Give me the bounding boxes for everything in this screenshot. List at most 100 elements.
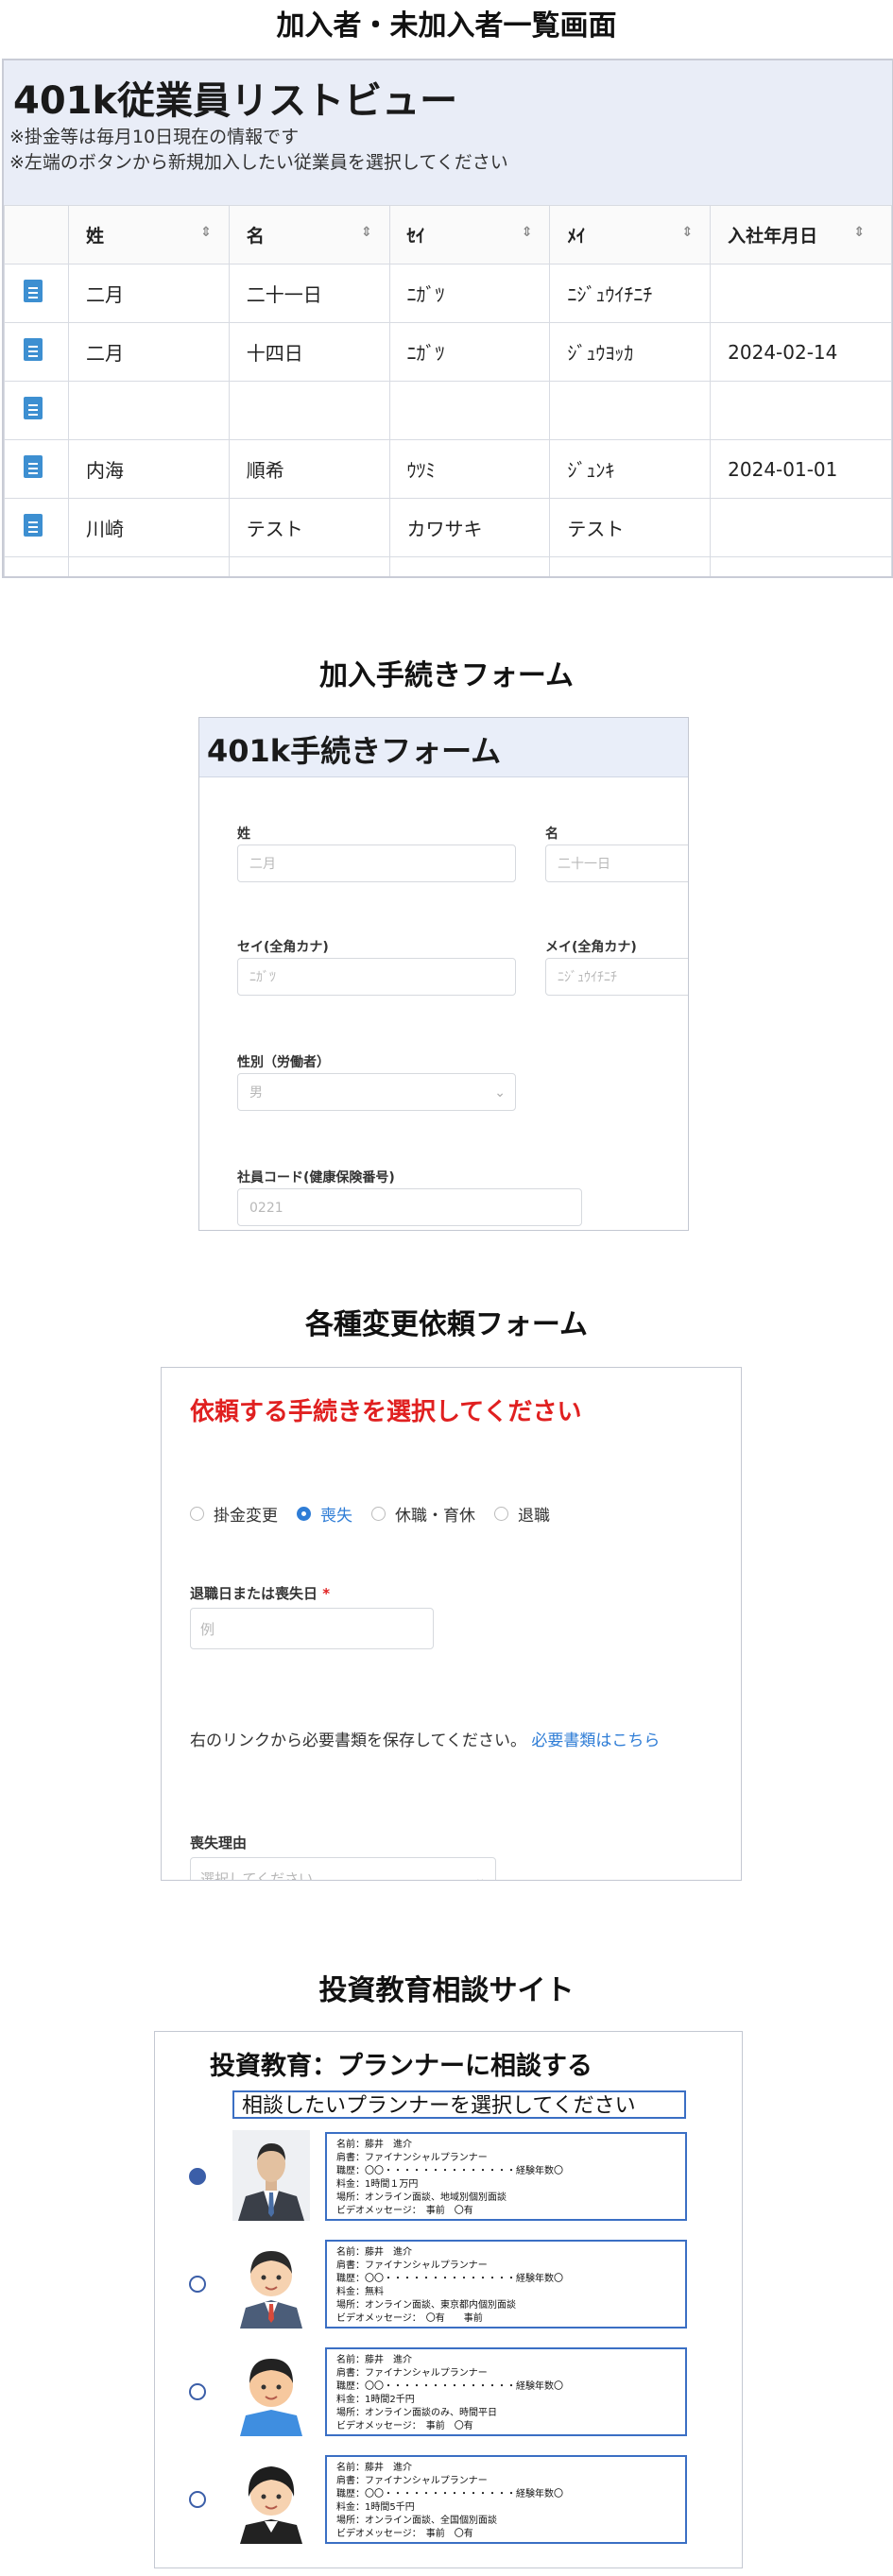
list-title: 401k従業員リストビュー	[13, 79, 458, 123]
column-header-label: 名	[246, 226, 265, 247]
column-header-last-name[interactable]: 姓 ⇕	[67, 205, 230, 264]
retire-date-field[interactable]: 例	[190, 1608, 434, 1649]
radio-circle[interactable]	[371, 1507, 386, 1521]
table-row	[4, 381, 892, 440]
column-header-label: 入社年月日	[728, 226, 818, 247]
document-icon[interactable]	[24, 514, 43, 537]
planner-card-1[interactable]: 名前：藤井 進介 肩書：ファイナンシャルプランナー 職歴：〇〇・・・・・・・・・…	[325, 2132, 687, 2221]
planner-info-line: 場所：オンライン面談、全国個別面談	[336, 2516, 497, 2526]
planner-card-3[interactable]: 名前：藤井 進介 肩書：ファイナンシャルプランナー 職歴：〇〇・・・・・・・・・…	[325, 2347, 687, 2436]
sort-icon[interactable]: ⇕	[200, 225, 212, 240]
planner-info-line: 名前：藤井 進介	[336, 2355, 412, 2365]
cell-hire-date	[710, 264, 892, 323]
planner-avatar-4	[232, 2453, 310, 2544]
retire-date-label-text: 退職日または喪失日	[190, 1585, 318, 1602]
person-illustration-icon	[232, 2346, 310, 2436]
chevron-down-icon: ⌄	[474, 1871, 486, 1881]
procedure-radio-group: 掛金変更 喪失 休職・育休 退職	[190, 1502, 569, 1526]
first-name-label: 名	[545, 827, 558, 842]
select-cell[interactable]	[4, 264, 69, 323]
section-title-consult: 投資教育相談サイト	[318, 1974, 575, 2007]
last-name-field[interactable]: 二月	[237, 844, 516, 882]
cell-last-kana: ｳﾂﾐ	[388, 439, 551, 499]
radio-circle[interactable]	[494, 1507, 508, 1521]
document-icon[interactable]	[24, 280, 43, 302]
radio-label: 喪失	[320, 1507, 352, 1526]
planner-radio-1[interactable]	[189, 2168, 206, 2185]
planner-card-4[interactable]: 名前：藤井 進介 肩書：ファイナンシャルプランナー 職歴：〇〇・・・・・・・・・…	[325, 2455, 687, 2544]
radio-label: 掛金変更	[214, 1507, 278, 1526]
document-icon[interactable]	[24, 338, 43, 361]
cell-first-kana: ｼﾞｭｳﾖｯｶ	[549, 322, 712, 382]
loss-reason-select[interactable]: 選択してください ⌄	[190, 1857, 496, 1881]
last-name-label: 姓	[237, 827, 250, 842]
planner-info-line: 職歴：〇〇・・・・・・・・・・・・・・経験年数〇	[336, 2166, 563, 2176]
select-cell[interactable]	[4, 381, 69, 440]
planner-info-line: 肩書：ファイナンシャルプランナー	[336, 2476, 488, 2486]
document-icon[interactable]	[24, 455, 43, 478]
select-cell[interactable]	[4, 498, 69, 557]
column-header-first-kana[interactable]: ﾒｲ ⇕	[549, 205, 712, 264]
planner-card-2[interactable]: 名前：藤井 進介 肩書：ファイナンシャルプランナー 職歴：〇〇・・・・・・・・・…	[325, 2240, 687, 2329]
planner-info-line: 料金：1時間2千円	[336, 2395, 415, 2405]
enroll-form-panel: 401k手続きフォーム 姓 二月 名 二十一日 セイ(全角カナ) ﾆｶﾞﾂ メイ…	[198, 717, 689, 1231]
column-header-first-name[interactable]: 名 ⇕	[228, 205, 390, 264]
required-mark: *	[322, 1585, 331, 1602]
consult-site-panel: 投資教育：プランナーに相談する 相談したいプランナーを選択してください 名前：藤…	[154, 2031, 743, 2568]
select-cell[interactable]	[4, 439, 69, 499]
radio-label: 退職	[518, 1507, 550, 1526]
select-cell[interactable]	[4, 322, 69, 382]
cell-hire-date	[710, 498, 892, 557]
cell-first-kana	[549, 381, 712, 440]
planner-avatar-2	[232, 2238, 310, 2329]
cell-first-name	[228, 381, 390, 440]
sort-icon[interactable]: ⇕	[681, 225, 693, 240]
first-kana-label: メイ(全角カナ)	[545, 940, 637, 955]
document-icon[interactable]	[24, 397, 43, 419]
radio-option-leave[interactable]: 休職・育休	[371, 1502, 475, 1526]
column-header-last-kana[interactable]: ｾｲ ⇕	[388, 205, 551, 264]
planner-avatar-1	[232, 2130, 310, 2221]
planner-info-line: 名前：藤井 進介	[336, 2247, 412, 2258]
radio-option-loss[interactable]: 喪失	[297, 1502, 352, 1526]
first-name-field[interactable]: 二十一日	[545, 844, 688, 882]
column-header-hire-date[interactable]: 入社年月日 ⇕	[710, 205, 892, 264]
table-row	[4, 556, 892, 576]
cell-first-kana: ﾆｼﾞｭｳｲﾁﾆﾁ	[549, 264, 712, 323]
planner-info-line: 料金：1時間5千円	[336, 2502, 415, 2513]
cell-empty	[549, 556, 712, 576]
sort-icon[interactable]: ⇕	[522, 225, 533, 240]
column-header-label: 姓	[85, 226, 104, 247]
column-header-select	[4, 205, 69, 264]
table-row: 内海 順希 ｳﾂﾐ ｼﾞｭﾝｷ 2024-01-01	[4, 439, 892, 499]
sort-icon[interactable]: ⇕	[853, 225, 865, 240]
planner-info-line: 肩書：ファイナンシャルプランナー	[336, 2260, 488, 2271]
cell-empty	[228, 556, 390, 576]
section-title-change: 各種変更依頼フォーム	[304, 1308, 589, 1341]
required-documents-link[interactable]: 必要書類はこちら	[531, 1732, 660, 1750]
radio-option-retire[interactable]: 退職	[494, 1502, 550, 1526]
gender-select[interactable]: 男 ⌄	[237, 1073, 516, 1111]
employee-list-panel: 401k従業員リストビュー ※掛金等は毎月10日現在の情報です ※左端のボタンか…	[2, 59, 893, 578]
employee-code-field[interactable]: 0221	[237, 1188, 582, 1226]
radio-circle[interactable]	[297, 1507, 311, 1521]
change-form-title: 依頼する手続きを選択してください	[190, 1398, 582, 1426]
radio-option-contribution-change[interactable]: 掛金変更	[190, 1502, 278, 1526]
sort-icon[interactable]: ⇕	[361, 225, 372, 240]
first-kana-field[interactable]: ﾆｼﾞｭｳｲﾁﾆﾁ	[545, 958, 688, 996]
last-kana-label: セイ(全角カナ)	[237, 940, 329, 955]
last-kana-field[interactable]: ﾆｶﾞﾂ	[237, 958, 516, 996]
section-title-list: 加入者・未加入者一覧画面	[276, 9, 617, 43]
planner-avatar-3	[232, 2346, 310, 2436]
planner-radio-2[interactable]	[189, 2276, 206, 2293]
cell-last-name: 川崎	[67, 498, 230, 557]
radio-circle[interactable]	[190, 1507, 204, 1521]
cell-last-kana: カワサキ	[388, 498, 551, 557]
cell-first-name: テスト	[228, 498, 390, 557]
gender-select-value: 男	[249, 1085, 263, 1100]
employee-table: 姓 ⇕ 名 ⇕ ｾｲ ⇕ ﾒｲ ⇕ 入社年月日 ⇕ 二月 二十一日 ﾆｶﾞﾂ ﾆｼﾞｭｳｲ…	[4, 205, 892, 576]
planner-radio-4[interactable]	[189, 2491, 206, 2508]
cell-hire-date	[710, 381, 892, 440]
table-row: 川崎 テスト カワサキ テスト	[4, 498, 892, 557]
planner-radio-3[interactable]	[189, 2383, 206, 2400]
